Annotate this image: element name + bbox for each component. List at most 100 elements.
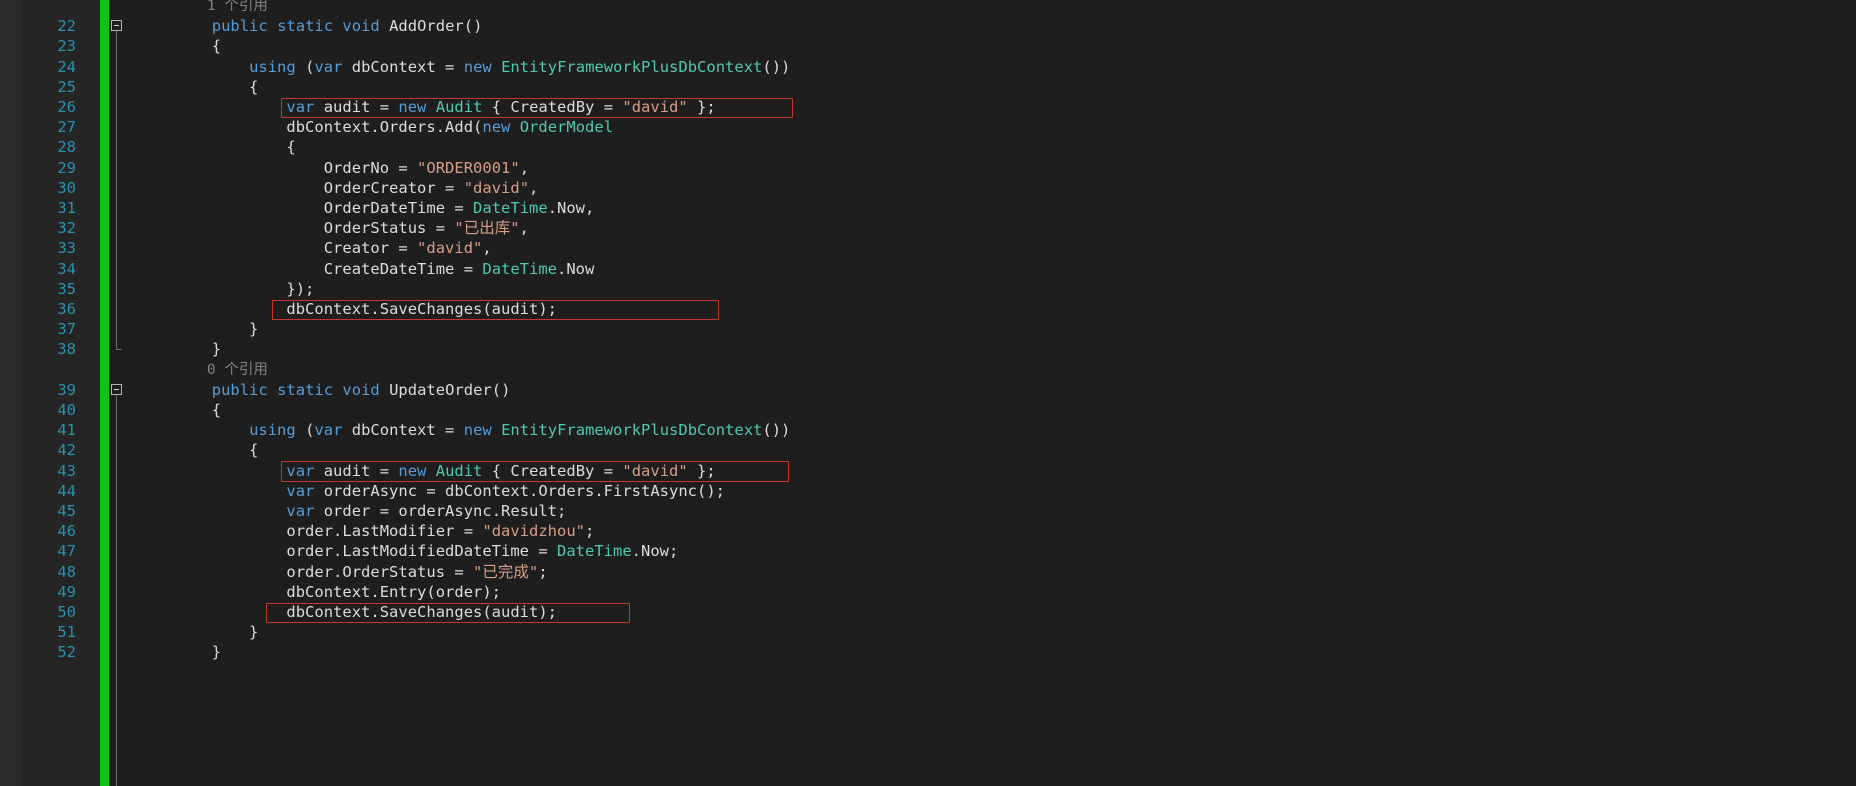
code-token-pln: .Now, bbox=[547, 199, 595, 217]
line-number: 23 bbox=[57, 37, 76, 56]
code-token-kw: void bbox=[342, 17, 380, 36]
code-line[interactable]: { bbox=[137, 440, 258, 460]
collapse-region-button-line-39[interactable] bbox=[111, 383, 122, 395]
code-token-pln: CreateDateTime = bbox=[137, 259, 483, 278]
code-token-pln: order = orderAsync.Result; bbox=[314, 502, 567, 520]
code-line[interactable]: { bbox=[137, 137, 295, 157]
code-token-pln: dbContext = bbox=[342, 57, 464, 76]
code-line[interactable]: dbContext.SaveChanges(audit); bbox=[137, 299, 557, 319]
code-token-pln: , bbox=[482, 239, 492, 258]
code-token-pln: { CreatedBy = bbox=[482, 461, 623, 480]
code-token-pln bbox=[137, 17, 212, 35]
code-line[interactable]: public static void UpdateOrder() bbox=[137, 380, 511, 400]
code-token-pln bbox=[268, 381, 277, 399]
code-token-kw: var bbox=[286, 481, 315, 500]
code-token-kw: new bbox=[398, 461, 427, 480]
outlining-region-end-tick bbox=[116, 349, 122, 351]
code-token-kw: new bbox=[463, 57, 492, 76]
code-line[interactable]: order.OrderStatus = "已完成"; bbox=[137, 562, 547, 582]
code-line[interactable]: } bbox=[137, 339, 221, 359]
code-token-pln: OrderDateTime = bbox=[137, 199, 474, 217]
code-token-kw: void bbox=[342, 380, 380, 399]
line-number: 49 bbox=[57, 582, 76, 601]
line-number: 24 bbox=[57, 57, 76, 76]
code-token-pln bbox=[137, 421, 249, 439]
code-line[interactable]: order.LastModifiedDateTime = DateTime.No… bbox=[137, 541, 678, 561]
code-token-str: "david" bbox=[622, 98, 688, 116]
code-token-kw: var bbox=[286, 502, 315, 520]
code-token-str: "已出库" bbox=[454, 219, 520, 238]
line-number: 39 bbox=[57, 380, 76, 399]
code-token-pln: audit = bbox=[314, 461, 399, 480]
code-line[interactable]: dbContext.Orders.Add(new OrderModel bbox=[137, 117, 613, 137]
code-token-pln: } bbox=[137, 320, 259, 339]
code-token-pln: { bbox=[137, 401, 222, 419]
line-number: 25 bbox=[57, 77, 76, 96]
code-line[interactable]: }); bbox=[137, 279, 314, 299]
codelens-reference-count[interactable]: 1 个引用 bbox=[137, 0, 268, 16]
code-line[interactable]: } bbox=[137, 319, 258, 339]
code-line[interactable]: Creator = "david", bbox=[137, 238, 492, 258]
codelens-reference-count[interactable]: 0 个引用 bbox=[137, 360, 268, 380]
code-token-pln: order.LastModifier = bbox=[137, 522, 483, 541]
code-line[interactable]: using (var dbContext = new EntityFramewo… bbox=[137, 57, 790, 77]
code-token-kw: var bbox=[314, 57, 343, 76]
code-line[interactable]: { bbox=[137, 36, 221, 56]
line-number: 41 bbox=[57, 421, 76, 440]
code-token-kw: using bbox=[249, 421, 296, 440]
code-token-pln bbox=[492, 421, 501, 439]
code-token-pln bbox=[137, 98, 286, 116]
code-token-kw: var bbox=[314, 421, 343, 440]
line-number: 35 bbox=[57, 279, 76, 298]
code-line[interactable]: { bbox=[137, 400, 221, 420]
code-line[interactable]: OrderCreator = "david", bbox=[137, 178, 539, 198]
code-line[interactable]: dbContext.Entry(order); bbox=[137, 582, 501, 602]
code-token-pln: ( bbox=[295, 57, 315, 76]
code-token-str: "ORDER0001" bbox=[417, 158, 520, 177]
code-token-pln bbox=[426, 98, 435, 116]
code-token-pln bbox=[137, 482, 286, 500]
code-token-kw: using bbox=[249, 57, 296, 76]
code-line[interactable]: var orderAsync = dbContext.Orders.FirstA… bbox=[137, 481, 725, 501]
code-line[interactable]: var order = orderAsync.Result; bbox=[137, 501, 566, 521]
code-token-kw: static bbox=[277, 380, 334, 399]
line-number: 26 bbox=[57, 98, 76, 116]
code-token-str: "已完成" bbox=[473, 562, 539, 581]
code-line[interactable]: OrderStatus = "已出库", bbox=[137, 218, 529, 238]
code-token-kw: var bbox=[286, 98, 315, 116]
code-token-str: "davidzhou" bbox=[482, 522, 586, 541]
line-number: 51 bbox=[57, 623, 76, 642]
line-number: 33 bbox=[57, 239, 76, 258]
code-line[interactable]: } bbox=[137, 642, 221, 662]
code-token-pln: } bbox=[137, 643, 222, 662]
code-token-kw: new bbox=[482, 118, 511, 137]
code-token-pln: .Now bbox=[557, 259, 595, 278]
code-line[interactable]: order.LastModifier = "davidzhou"; bbox=[137, 521, 594, 541]
line-number: 34 bbox=[57, 259, 76, 278]
code-token-pln: OrderNo = bbox=[137, 158, 418, 177]
code-token-pln: order.OrderStatus = bbox=[137, 562, 474, 581]
code-line[interactable]: } bbox=[137, 622, 258, 642]
code-line[interactable]: OrderNo = "ORDER0001", bbox=[137, 158, 529, 178]
code-line[interactable]: var audit = new Audit { CreatedBy = "dav… bbox=[137, 97, 716, 117]
code-line[interactable]: OrderDateTime = DateTime.Now, bbox=[137, 198, 595, 218]
code-line[interactable]: var audit = new Audit { CreatedBy = "dav… bbox=[137, 461, 715, 481]
code-line[interactable]: dbContext.SaveChanges(audit); bbox=[137, 602, 557, 622]
code-editor[interactable]: 22 23 24 25 26 27 28 29 30 31 32 33 34 35 36 37 38 39 40 41… bbox=[0, 0, 1856, 786]
line-number: 47 bbox=[57, 542, 76, 561]
code-token-str: "david" bbox=[622, 461, 688, 480]
code-token-pln: }; bbox=[687, 98, 716, 116]
code-line[interactable]: { bbox=[137, 77, 258, 97]
code-token-typ: EntityFrameworkPlusDbContext bbox=[501, 57, 763, 76]
line-number: 37 bbox=[57, 320, 76, 339]
code-token-pln bbox=[137, 462, 286, 480]
code-line[interactable]: using (var dbContext = new EntityFramewo… bbox=[137, 420, 790, 440]
code-line[interactable]: public static void AddOrder() bbox=[137, 16, 483, 36]
code-token-pln: audit = bbox=[314, 98, 399, 116]
code-token-pln: } bbox=[137, 623, 259, 642]
line-number: 48 bbox=[57, 562, 76, 581]
line-number: 43 bbox=[57, 461, 76, 480]
code-line[interactable]: CreateDateTime = DateTime.Now bbox=[137, 259, 595, 279]
line-number: 38 bbox=[57, 340, 76, 359]
collapse-region-button-line-22[interactable] bbox=[111, 20, 122, 32]
